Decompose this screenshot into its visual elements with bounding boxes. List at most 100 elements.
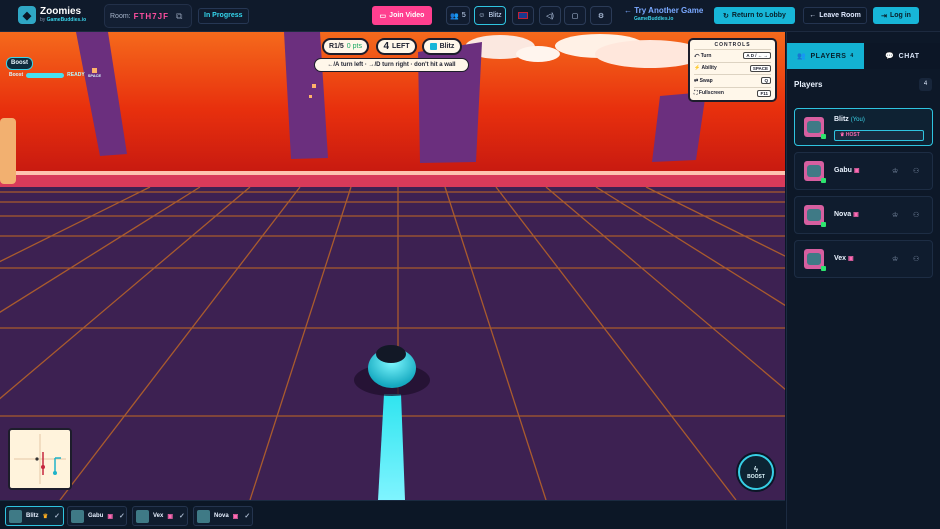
check-icon: ✓ (54, 513, 60, 520)
refresh-icon: ↻ (723, 12, 729, 20)
language-button[interactable] (512, 6, 534, 25)
boost-label: Boost (6, 57, 33, 70)
login-button[interactable]: ⇥ Log in (873, 7, 919, 24)
user-plus-icon[interactable]: ⚇ (913, 167, 919, 175)
room-label: Room: (110, 12, 131, 20)
users-icon: 👥 (797, 53, 807, 60)
return-to-lobby-button[interactable]: ↻ Return to Lobby (714, 7, 795, 24)
current-player-button[interactable]: ☺ Blitz (474, 6, 506, 25)
sidebar: 👥 PLAYERS 4 💬 CHAT Players 4 Blitz (You)… (786, 32, 940, 529)
check-icon: ✓ (179, 513, 185, 520)
control-row-swap: ⇄ Swap Q (694, 74, 771, 87)
chat-toggle-button[interactable]: ▢ (564, 6, 586, 25)
fullscreen-icon: ⛶ (694, 90, 698, 97)
boost-meter: Boost READY SPACE (9, 72, 102, 78)
control-row-fullscreen: ⛶ Fullscreen F11 (694, 86, 771, 100)
crown-icon[interactable]: ♔ (892, 167, 898, 175)
game-status-badge: In Progress (198, 8, 249, 24)
left-obstacle (0, 118, 16, 184)
crown-icon: ♛ (42, 513, 49, 520)
bot-icon: ▣ (167, 513, 174, 520)
video-camera-icon: ▭ (379, 12, 387, 20)
bot-icon: ▣ (107, 513, 114, 520)
brand-name: Zoomies (40, 6, 82, 17)
gear-icon: ⚙ (597, 12, 605, 20)
user-plus-icon[interactable]: ⚇ (913, 255, 919, 263)
arrow-left-icon: ← (624, 6, 635, 15)
join-video-button[interactable]: ▭ Join Video (372, 6, 432, 25)
player-avatar-icon (71, 509, 84, 523)
online-indicator (821, 266, 826, 271)
controls-hint: ←/A turn left · →/D turn right · don't h… (314, 58, 469, 72)
login-icon: ⇥ (881, 12, 887, 20)
settings-button[interactable]: ⚙ (590, 6, 612, 25)
bot-icon: ▣ (853, 168, 860, 174)
swap-icon: ⇄ (694, 77, 699, 84)
controls-title: CONTROLS (714, 42, 751, 48)
ability-icon: ⚡ (694, 65, 701, 72)
avatar-icon: ☺ (478, 12, 486, 19)
snake-helmet (376, 345, 406, 363)
boost-button[interactable]: ϟ BOOST (738, 454, 774, 490)
player-card-nova[interactable]: Nova ▣ ♔ ⚇ (794, 196, 933, 234)
player-card-vex[interactable]: Vex ▣ ♔ ⚇ (794, 240, 933, 278)
player-indicator: Blitz (422, 38, 462, 55)
player-card-gabu[interactable]: Gabu ▣ ♔ ⚇ (794, 152, 933, 190)
control-row-turn: ⤺ Turn A D / ← → (694, 49, 771, 62)
uk-flag-icon (518, 12, 528, 19)
tab-chat[interactable]: 💬 CHAT (864, 43, 940, 69)
round-indicator: R1/5 0 pts (322, 38, 369, 55)
wall (0, 175, 785, 187)
player-color-swatch-icon (429, 43, 437, 50)
online-indicator (821, 222, 826, 227)
player-avatar-icon (197, 509, 210, 523)
arrow-left-icon: ← (809, 12, 817, 19)
boost-bar (26, 72, 65, 78)
leave-room-button[interactable]: ← Leave Room (803, 7, 867, 24)
bot-icon: ▣ (848, 256, 854, 262)
player-avatar-icon (9, 509, 22, 523)
bolt-icon: ϟ (753, 464, 759, 474)
wall-top (0, 171, 785, 175)
minimap (8, 428, 72, 490)
bottom-player-gabu[interactable]: Gabu ▣ ✓ (67, 506, 127, 526)
crown-icon[interactable]: ♔ (892, 211, 898, 219)
bottom-player-blitz[interactable]: Blitz ♛ ✓ (5, 506, 64, 526)
message-icon: ▢ (571, 12, 579, 20)
game-logo-icon: ◆ (18, 6, 36, 24)
chat-bubble-icon: 💬 (885, 53, 895, 60)
players-left-indicator: 4 LEFT (376, 38, 417, 55)
player-avatar-icon (136, 509, 149, 523)
players-count-badge: 4 (919, 78, 932, 91)
check-icon: ✓ (244, 513, 251, 520)
bot-icon: ▣ (853, 212, 859, 218)
top-bar: ◆ Zoomies by GameBuddies.io Room: FTH7JF… (0, 0, 940, 32)
copy-icon[interactable]: ⧉ (176, 11, 182, 22)
control-row-ability: ⚡ Ability SPACE (694, 61, 771, 75)
turn-icon: ⤺ (694, 52, 700, 59)
player-count-button[interactable]: 👥 5 (446, 6, 470, 25)
sound-button[interactable]: ◁) (539, 6, 561, 25)
controls-panel: CONTROLS ⤺ Turn A D / ← → ⚡ Ability SPAC… (688, 38, 777, 102)
check-icon: ✓ (119, 513, 125, 520)
bottom-player-bar: Blitz ♛ ✓ Gabu ▣ ✓ Vex ▣ ✓ Nova ▣ ✓ (0, 500, 785, 529)
bottom-player-nova[interactable]: Nova ▣ ✓ (193, 506, 253, 526)
particle (312, 84, 316, 88)
online-indicator (821, 134, 826, 139)
tab-players[interactable]: 👥 PLAYERS 4 (787, 43, 864, 69)
game-scene (0, 32, 785, 500)
users-icon: 👥 (450, 12, 459, 20)
try-another-game-link[interactable]: ← Try Another Game GameBuddies.io (624, 6, 703, 24)
brand[interactable]: ◆ Zoomies by GameBuddies.io (18, 6, 86, 24)
players-heading: Players (794, 80, 823, 89)
bottom-player-vex[interactable]: Vex ▣ ✓ (132, 506, 188, 526)
game-viewport[interactable]: R1/5 0 pts 4 LEFT Blitz ←/A turn left · … (0, 32, 785, 500)
room-code: FTH7JF (133, 11, 169, 21)
user-plus-icon[interactable]: ⚇ (913, 211, 919, 219)
player-card-blitz[interactable]: Blitz (You) ♛ HOST (794, 108, 933, 146)
brand-by: by GameBuddies.io (40, 17, 87, 23)
online-indicator (821, 178, 826, 183)
particle (309, 95, 312, 98)
crown-icon[interactable]: ♔ (892, 255, 898, 263)
bot-icon: ▣ (232, 513, 239, 520)
